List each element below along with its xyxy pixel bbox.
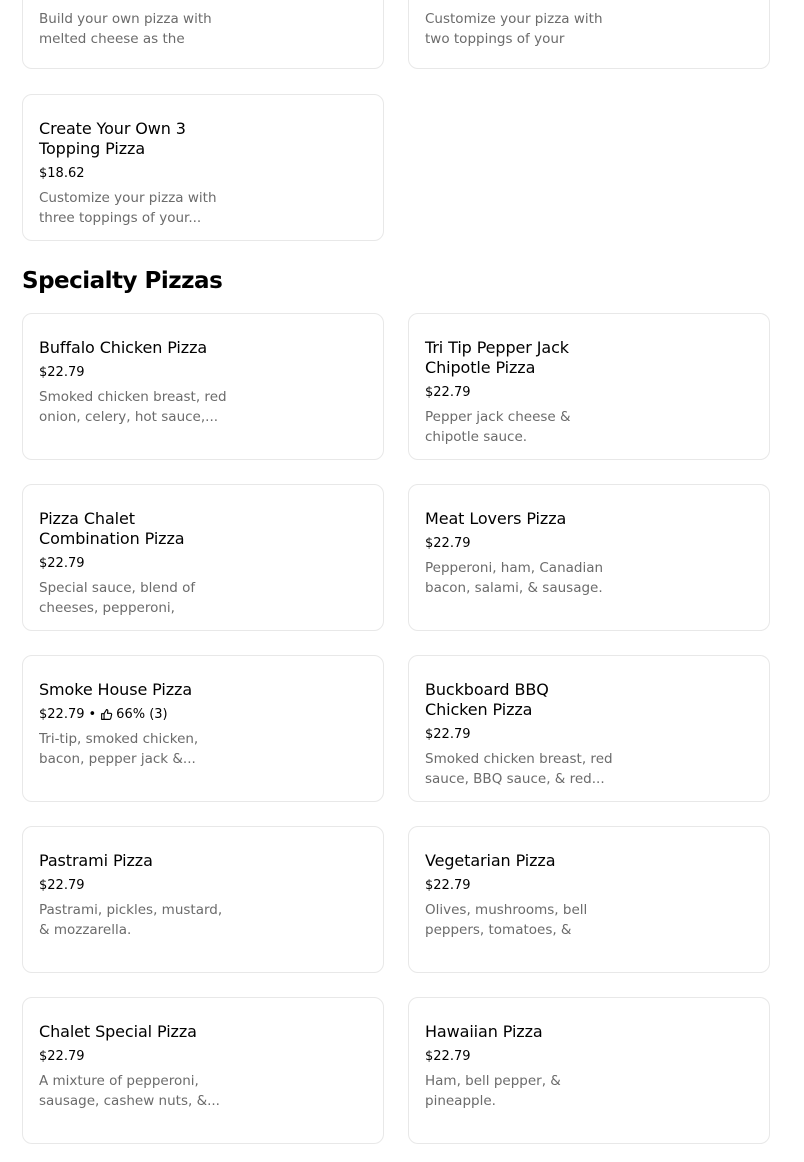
item-name: Tri Tip Pepper Jack Chipotle Pizza (425, 338, 569, 377)
item-name: Buckboard BBQ Chicken Pizza (425, 680, 549, 719)
menu-item-card[interactable]: Hawaiian Pizza $22.79 Ham, bell pepper, … (408, 997, 770, 1144)
item-description: Customize your pizza with two toppings o… (425, 11, 603, 47)
item-price-line: $22.79 (39, 364, 367, 381)
rating-text: 66% (3) (116, 707, 168, 722)
item-name: Smoke House Pizza (39, 680, 193, 699)
item-price-line: $22.79 (39, 877, 367, 894)
item-price-line: $22.79 (425, 877, 753, 894)
menu-item-card[interactable]: Buckboard BBQ Chicken Pizza $22.79 Smoke… (408, 655, 770, 802)
item-price: $22.79 (39, 878, 85, 893)
menu-item-card[interactable]: Vegetarian Pizza $22.79 Olives, mushroom… (408, 826, 770, 973)
menu-item-card[interactable]: Pizza Chalet Combination Pizza $22.79 Sp… (22, 484, 384, 631)
item-description: Olives, mushrooms, bell peppers, tomatoe… (425, 902, 588, 938)
item-price: $22.79 (425, 536, 471, 551)
item-price-line: $22.79 (425, 535, 753, 552)
item-name: Hawaiian Pizza (425, 1022, 543, 1041)
item-price: $22.79 (425, 727, 471, 742)
item-price-line: $22.79 (425, 726, 753, 743)
menu-page: Build your own pizza with melted cheese … (0, 0, 804, 1162)
item-description: Special sauce, blend of cheeses, peppero… (39, 580, 196, 616)
item-price-line: $22.79 (39, 555, 367, 572)
item-description: A mixture of pepperoni, sausage, cashew … (39, 1073, 220, 1109)
thumbs-up-icon (100, 708, 113, 721)
item-price: $22.79 (39, 1049, 85, 1064)
item-price: $18.62 (39, 166, 85, 181)
item-name: Pizza Chalet Combination Pizza (39, 509, 185, 548)
item-description: Tri-tip, smoked chicken, bacon, pepper j… (39, 731, 199, 767)
item-description: Customize your pizza with three toppings… (39, 190, 217, 226)
item-price: $22.79 (425, 878, 471, 893)
rating-separator: • (88, 707, 97, 722)
item-description: Build your own pizza with melted cheese … (39, 11, 212, 47)
item-name: Pastrami Pizza (39, 851, 153, 870)
menu-item-card[interactable]: Smoke House Pizza $22.79 • 66% (3) Tri-t… (22, 655, 384, 802)
item-price: $22.79 (39, 365, 85, 380)
item-price: $22.79 (425, 1049, 471, 1064)
item-price-line: $22.79 (425, 1048, 753, 1065)
item-name: Chalet Special Pizza (39, 1022, 197, 1041)
item-price: $22.79 (39, 707, 85, 722)
menu-item-card[interactable]: Customize your pizza with two toppings o… (408, 0, 770, 69)
item-description: Ham, bell pepper, & pineapple. (425, 1073, 561, 1109)
menu-item-card[interactable]: Pastrami Pizza $22.79 Pastrami, pickles,… (22, 826, 384, 973)
section-title: Specialty Pizzas (22, 268, 223, 294)
menu-item-card[interactable]: Tri Tip Pepper Jack Chipotle Pizza $22.7… (408, 313, 770, 460)
item-name: Vegetarian Pizza (425, 851, 556, 870)
item-price-line: $18.62 (39, 165, 367, 182)
item-description: Smoked chicken breast, red onion, celery… (39, 389, 227, 425)
menu-item-card[interactable]: Meat Lovers Pizza $22.79 Pepperoni, ham,… (408, 484, 770, 631)
menu-item-card[interactable]: Build your own pizza with melted cheese … (22, 0, 384, 69)
item-price-line: $22.79 • 66% (3) (39, 706, 367, 723)
item-description: Pastrami, pickles, mustard, & mozzarella… (39, 902, 223, 938)
item-price: $22.79 (39, 556, 85, 571)
item-name: Meat Lovers Pizza (425, 509, 567, 528)
item-price-line: $22.79 (39, 1048, 367, 1065)
menu-item-card[interactable]: Create Your Own 3 Topping Pizza $18.62 C… (22, 94, 384, 241)
item-name: Buffalo Chicken Pizza (39, 338, 208, 357)
item-description: Pepper jack cheese & chipotle sauce. (425, 409, 571, 445)
item-price: $22.79 (425, 385, 471, 400)
menu-item-card[interactable]: Buffalo Chicken Pizza $22.79 Smoked chic… (22, 313, 384, 460)
item-name: Create Your Own 3 Topping Pizza (39, 119, 186, 158)
menu-item-card[interactable]: Chalet Special Pizza $22.79 A mixture of… (22, 997, 384, 1144)
item-description: Pepperoni, ham, Canadian bacon, salami, … (425, 560, 604, 596)
item-description: Smoked chicken breast, red sauce, BBQ sa… (425, 751, 613, 787)
item-price-line: $22.79 (425, 384, 753, 401)
